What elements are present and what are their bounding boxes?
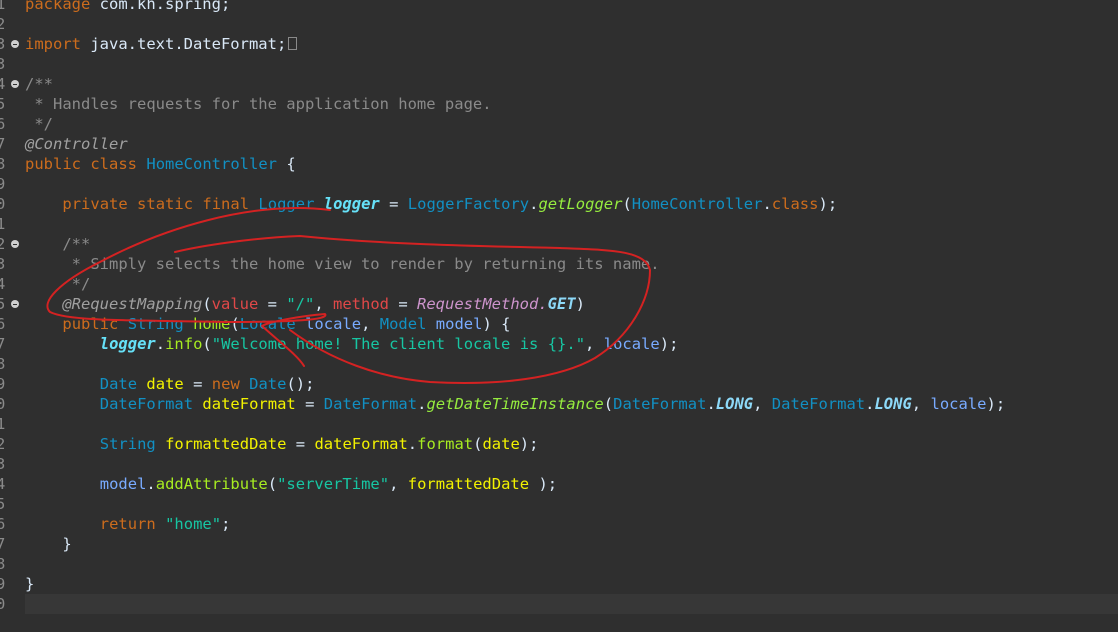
code-text: } [25, 575, 35, 593]
line-number: 5 [0, 95, 6, 113]
code-text: * Simply selects the home view to render… [25, 255, 660, 273]
code-line[interactable]: 3 [0, 454, 1118, 474]
fold-collapse-icon[interactable] [11, 240, 19, 248]
code-text: } [62, 535, 72, 553]
line-number: 6 [0, 515, 6, 533]
code-line[interactable]: 7 } [0, 534, 1118, 554]
code-text: /** [25, 235, 91, 253]
line-number: 9 [0, 175, 6, 193]
line-number: 7 [0, 535, 6, 553]
line-number: 4 [0, 475, 6, 493]
code-line[interactable]: 8 [0, 554, 1118, 574]
code-line[interactable]: 8 public class HomeController { [0, 154, 1118, 174]
code-text: @RequestMapping(value = "/", method = Re… [62, 295, 585, 313]
code-text: * Handles requests for the application h… [25, 95, 492, 113]
line-number: 3 [0, 55, 6, 73]
line-number: 1 [0, 215, 6, 233]
line-number: 0 [0, 395, 6, 413]
code-line[interactable]: 1 package com.kh.spring; [0, 0, 1118, 14]
line-number: 0 [0, 595, 6, 613]
code-line[interactable]: 6 return "home"; [0, 514, 1118, 534]
code-line[interactable]: 0 [0, 594, 1118, 614]
code-line[interactable]: 5 [0, 494, 1118, 514]
code-line[interactable]: 8 [0, 354, 1118, 374]
line-number: 6 [0, 115, 6, 133]
code-line[interactable]: 6 */ [0, 114, 1118, 134]
code-text: private static final Logger logger = Log… [62, 195, 838, 213]
line-number: 2 [0, 235, 6, 253]
line-number: 5 [0, 295, 6, 313]
code-text: Date date = new Date(); [99, 375, 315, 393]
code-line[interactable]: 0 private static final Logger logger = L… [0, 194, 1118, 214]
code-line[interactable]: 1 [0, 414, 1118, 434]
line-number: 5 [0, 495, 6, 513]
code-line[interactable]: 5 * Handles requests for the application… [0, 94, 1118, 114]
fold-collapse-icon[interactable] [11, 80, 19, 88]
code-line[interactable]: 9 Date date = new Date(); [0, 374, 1118, 394]
code-text: */ [25, 115, 53, 133]
code-text: package com.kh.spring; [25, 0, 231, 13]
line-number: 1 [0, 0, 6, 13]
code-line[interactable]: 3 [0, 54, 1118, 74]
line-number: 2 [0, 15, 6, 33]
line-number: 8 [0, 155, 6, 173]
line-number: 4 [0, 275, 6, 293]
folded-block-icon[interactable] [288, 37, 298, 50]
code-line[interactable]: 3 * Simply selects the home view to rend… [0, 254, 1118, 274]
code-line[interactable]: 4 */ [0, 274, 1118, 294]
line-number: 3 [0, 35, 6, 53]
code-line[interactable]: 7 @Controller [0, 134, 1118, 154]
code-text: DateFormat dateFormat = DateFormat.getDa… [99, 395, 1006, 413]
code-line[interactable]: 4 /** [0, 74, 1118, 94]
code-text: import java.text.DateFormat; [25, 34, 298, 54]
code-line[interactable]: 2 [0, 14, 1118, 34]
code-text: return "home"; [99, 515, 231, 533]
code-text: logger.info("Welcome home! The client lo… [99, 335, 679, 353]
line-number: 3 [0, 455, 6, 473]
code-line[interactable]: 9} [0, 574, 1118, 594]
code-line[interactable]: 2 /** [0, 234, 1118, 254]
code-text: model.addAttribute("serverTime", formatt… [99, 475, 558, 493]
fold-collapse-icon[interactable] [11, 40, 19, 48]
code-text: @Controller [25, 135, 128, 153]
line-number: 7 [0, 335, 6, 353]
line-number: 9 [0, 575, 6, 593]
line-number: 8 [0, 355, 6, 373]
code-line[interactable]: 3 import java.text.DateFormat; [0, 34, 1118, 54]
code-text: /** [25, 75, 53, 93]
code-text: String formattedDate = dateFormat.format… [99, 435, 539, 453]
code-text: public String home(Locale locale, Model … [62, 315, 511, 333]
fold-collapse-icon[interactable] [11, 300, 19, 308]
current-line-highlight [25, 594, 1118, 614]
line-number: 3 [0, 255, 6, 273]
code-line[interactable]: 1 [0, 214, 1118, 234]
code-line[interactable]: 5 @RequestMapping(value = "/", method = … [0, 294, 1118, 314]
line-number: 1 [0, 415, 6, 433]
line-number: 8 [0, 555, 6, 573]
code-text: */ [25, 275, 91, 293]
code-line[interactable]: 9 [0, 174, 1118, 194]
line-number: 6 [0, 315, 6, 333]
code-line[interactable]: 4 model.addAttribute("serverTime", forma… [0, 474, 1118, 494]
code-line[interactable]: 7 logger.info("Welcome home! The client … [0, 334, 1118, 354]
line-number: 7 [0, 135, 6, 153]
line-number: 0 [0, 195, 6, 213]
line-number: 4 [0, 75, 6, 93]
code-text: public class HomeController { [25, 155, 296, 173]
line-number: 2 [0, 435, 6, 453]
code-line[interactable]: 0 DateFormat dateFormat = DateFormat.get… [0, 394, 1118, 414]
code-line[interactable]: 6 public String home(Locale locale, Mode… [0, 314, 1118, 334]
code-line[interactable]: 2 String formattedDate = dateFormat.form… [0, 434, 1118, 454]
line-number: 9 [0, 375, 6, 393]
